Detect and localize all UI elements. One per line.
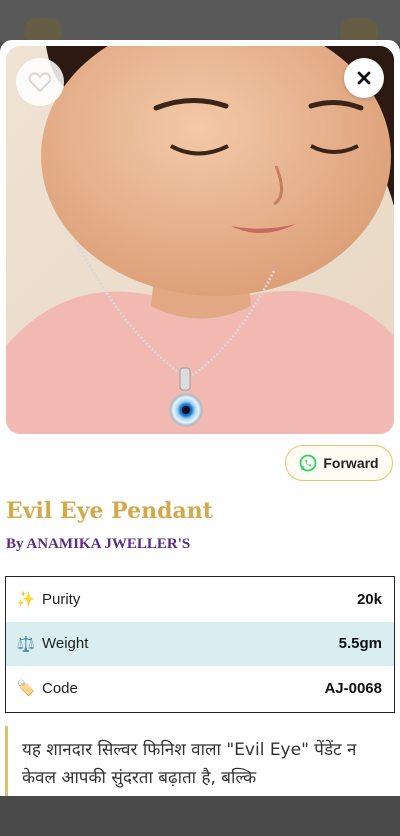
whatsapp-icon xyxy=(299,454,317,472)
close-icon xyxy=(357,71,371,85)
heart-outline-icon xyxy=(28,72,52,93)
spec-value: AJ-0068 xyxy=(324,679,382,697)
forward-label: Forward xyxy=(323,455,379,471)
spec-value: 5.5gm xyxy=(338,635,382,653)
background-screen-bottom xyxy=(0,796,400,836)
product-photo xyxy=(6,46,394,434)
seller-byline: By ANAMIKA JWELLER'S xyxy=(6,536,191,552)
product-description: यह शानदार सिल्वर फिनिश वाला "Evil Eye" प… xyxy=(5,726,395,796)
favorite-button[interactable] xyxy=(16,58,64,106)
tag-icon: 🏷️ xyxy=(16,679,36,698)
scale-icon: ⚖️ xyxy=(16,634,36,653)
spec-value: 20k xyxy=(356,590,382,608)
spec-table: ✨ Purity 20k ⚖️ Weight 5.5gm 🏷️ Code AJ-… xyxy=(5,576,395,713)
background-decoration xyxy=(24,18,62,40)
background-decoration xyxy=(340,18,378,40)
forward-button[interactable]: Forward xyxy=(285,445,393,481)
product-detail-modal: Forward Evil Eye Pendant By ANAMIKA JWEL… xyxy=(0,40,400,796)
spec-row-purity: ✨ Purity 20k xyxy=(6,577,394,622)
spec-label: Purity xyxy=(42,590,81,608)
product-image xyxy=(6,46,394,434)
spec-row-weight: ⚖️ Weight 5.5gm xyxy=(6,621,394,667)
sparkles-icon: ✨ xyxy=(16,590,36,609)
spec-label: Weight xyxy=(42,635,89,653)
close-button[interactable] xyxy=(344,58,384,98)
product-title: Evil Eye Pendant xyxy=(6,498,213,524)
spec-label: Code xyxy=(42,679,78,697)
spec-row-code: 🏷️ Code AJ-0068 xyxy=(6,666,394,711)
